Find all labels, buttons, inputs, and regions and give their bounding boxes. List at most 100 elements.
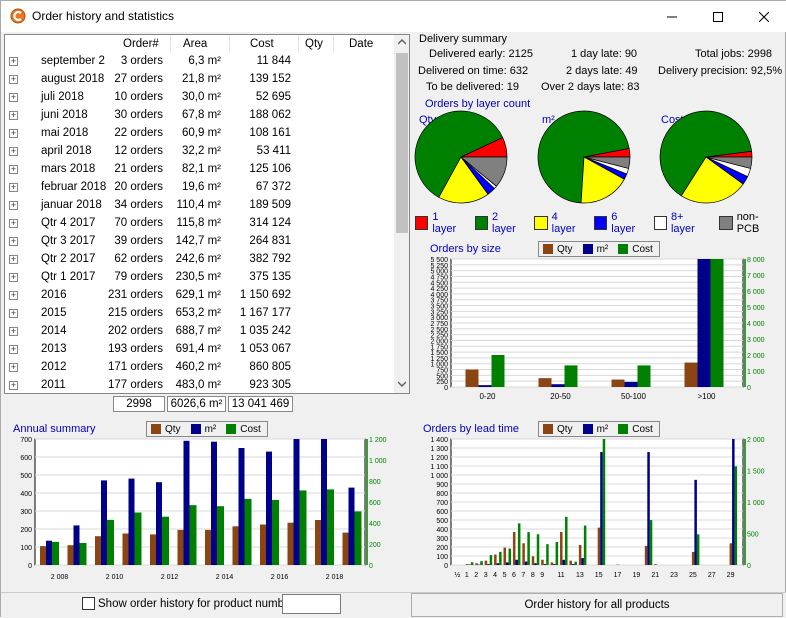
x-tick-label: 2 — [474, 572, 478, 579]
bar — [205, 530, 211, 565]
y2-tick-label: 1 000 — [747, 369, 765, 376]
table-row[interactable]: +2014202 orders688,7 m²1 035 242 — [5, 323, 393, 341]
bar — [544, 564, 547, 565]
app-icon — [10, 8, 26, 24]
expand-icon[interactable]: + — [9, 237, 18, 246]
table-row[interactable]: +Qtr 4 201770 orders115,8 m²314 124 — [5, 215, 393, 233]
row-period: 2015 — [41, 307, 67, 319]
legend-label-cost: Cost — [240, 424, 261, 435]
close-button[interactable] — [741, 1, 786, 32]
minimize-button[interactable] — [649, 1, 695, 32]
expand-icon[interactable]: + — [9, 363, 18, 372]
legend-swatch-cost — [618, 244, 628, 254]
bar — [68, 545, 74, 565]
expand-icon[interactable]: + — [9, 75, 18, 84]
bar — [46, 541, 52, 565]
row-area: 30,0 m² — [182, 91, 221, 103]
expand-icon[interactable]: + — [9, 309, 18, 318]
legend-swatch-qty — [151, 424, 161, 434]
expand-icon[interactable]: + — [9, 57, 18, 66]
y-tick-label: 200 — [20, 527, 32, 534]
legend-swatch — [534, 216, 547, 230]
show-history-checkbox[interactable] — [82, 597, 95, 610]
expand-icon[interactable]: + — [9, 165, 18, 174]
expand-icon[interactable]: + — [9, 111, 18, 120]
expand-icon[interactable]: + — [9, 219, 18, 228]
all-products-button[interactable]: Order history for all products — [411, 593, 783, 617]
table-row[interactable]: +august 201827 orders21,8 m²139 152 — [5, 71, 393, 89]
scroll-down-icon[interactable] — [398, 381, 406, 387]
table-row[interactable]: +Qtr 1 201779 orders230,5 m²375 135 — [5, 269, 393, 287]
bar — [569, 561, 572, 565]
table-row[interactable]: +2011177 orders483,0 m²923 305 — [5, 377, 393, 394]
bar — [466, 370, 479, 387]
table-row[interactable]: +september 23 orders6,3 m²11 844 — [5, 53, 393, 71]
table-row[interactable]: +juni 201830 orders67,8 m²188 062 — [5, 107, 393, 125]
expand-icon[interactable]: + — [9, 129, 18, 138]
y2-tick-label: 800 — [369, 479, 381, 486]
col-header-qty[interactable]: Qty — [305, 38, 323, 50]
y2-tick-label: 2 000 — [747, 353, 765, 360]
col-header-order[interactable]: Order# — [123, 38, 159, 50]
col-header-cost[interactable]: Cost — [250, 38, 274, 50]
row-orders: 12 orders — [114, 145, 163, 157]
x-tick-label: 29 — [727, 572, 735, 579]
table-row[interactable]: +mars 201821 orders82,1 m²125 106 — [5, 161, 393, 179]
x-tick-label: 11 — [557, 572, 564, 579]
legend-swatch — [719, 216, 732, 230]
table-row[interactable]: +2013193 orders691,4 m²1 053 067 — [5, 341, 393, 359]
row-orders: 79 orders — [114, 271, 163, 283]
table-row[interactable]: +Qtr 2 201762 orders242,6 m²382 792 — [5, 251, 393, 269]
y-tick-label: 700 — [436, 500, 448, 507]
table-row[interactable]: +januar 201834 orders110,4 m²189 509 — [5, 197, 393, 215]
expand-icon[interactable]: + — [9, 183, 18, 192]
col-header-date[interactable]: Date — [349, 38, 373, 50]
bar — [95, 536, 101, 565]
lead-chart-title: Orders by lead time — [423, 423, 519, 435]
bar — [539, 378, 552, 387]
total-cost: 13 041 469 — [228, 396, 293, 412]
bar — [485, 561, 488, 565]
expand-icon[interactable]: + — [9, 345, 18, 354]
table-row[interactable]: +juli 201810 orders30,0 m²52 695 — [5, 89, 393, 107]
legend-swatch — [475, 216, 488, 230]
legend-label: 2 layer — [492, 211, 523, 235]
expand-icon[interactable]: + — [9, 201, 18, 210]
bar — [129, 479, 135, 565]
expand-icon[interactable]: + — [9, 255, 18, 264]
bar — [178, 530, 184, 565]
table-row[interactable]: +februar 201820 orders19,6 m²67 372 — [5, 179, 393, 197]
scrollbar-thumb[interactable] — [396, 53, 408, 233]
expand-icon[interactable]: + — [9, 327, 18, 336]
maximize-button[interactable] — [695, 1, 741, 32]
table-row[interactable]: +mai 201822 orders60,9 m²108 161 — [5, 125, 393, 143]
show-history-label[interactable]: Show order history for product number — [98, 598, 294, 610]
x-tick-label: 6 — [512, 572, 516, 579]
table-row[interactable]: +april 201812 orders32,2 m²53 411 — [5, 143, 393, 161]
legend-item: non-PCB — [719, 211, 779, 235]
expand-icon[interactable]: + — [9, 147, 18, 156]
row-area: 688,7 m² — [176, 325, 221, 337]
bar — [572, 564, 575, 565]
table-scrollbar[interactable] — [394, 35, 410, 393]
bar — [499, 552, 502, 565]
bar — [581, 558, 584, 565]
x-tick-label: 27 — [708, 572, 716, 579]
layer-pie-charts — [411, 107, 786, 211]
expand-icon[interactable]: + — [9, 273, 18, 282]
expand-icon[interactable]: + — [9, 291, 18, 300]
table-row[interactable]: +2015215 orders653,2 m²1 167 177 — [5, 305, 393, 323]
product-number-input[interactable] — [282, 594, 341, 614]
scroll-up-icon[interactable] — [398, 39, 406, 45]
table-row[interactable]: +Qtr 3 201739 orders142,7 m²264 831 — [5, 233, 393, 251]
table-row[interactable]: +2012171 orders460,2 m²860 805 — [5, 359, 393, 377]
table-row[interactable]: +2016231 orders629,1 m²1 150 692 — [5, 287, 393, 305]
x-tick-label: 17 — [614, 572, 622, 579]
y-tick-label: 700 — [20, 437, 32, 444]
expand-icon[interactable]: + — [9, 381, 18, 390]
col-header-area[interactable]: Area — [183, 38, 207, 50]
row-period: august 2018 — [41, 73, 104, 85]
row-period: april 2018 — [41, 145, 92, 157]
delivered-on-time: Delivered on time: 632 — [418, 65, 528, 77]
expand-icon[interactable]: + — [9, 93, 18, 102]
